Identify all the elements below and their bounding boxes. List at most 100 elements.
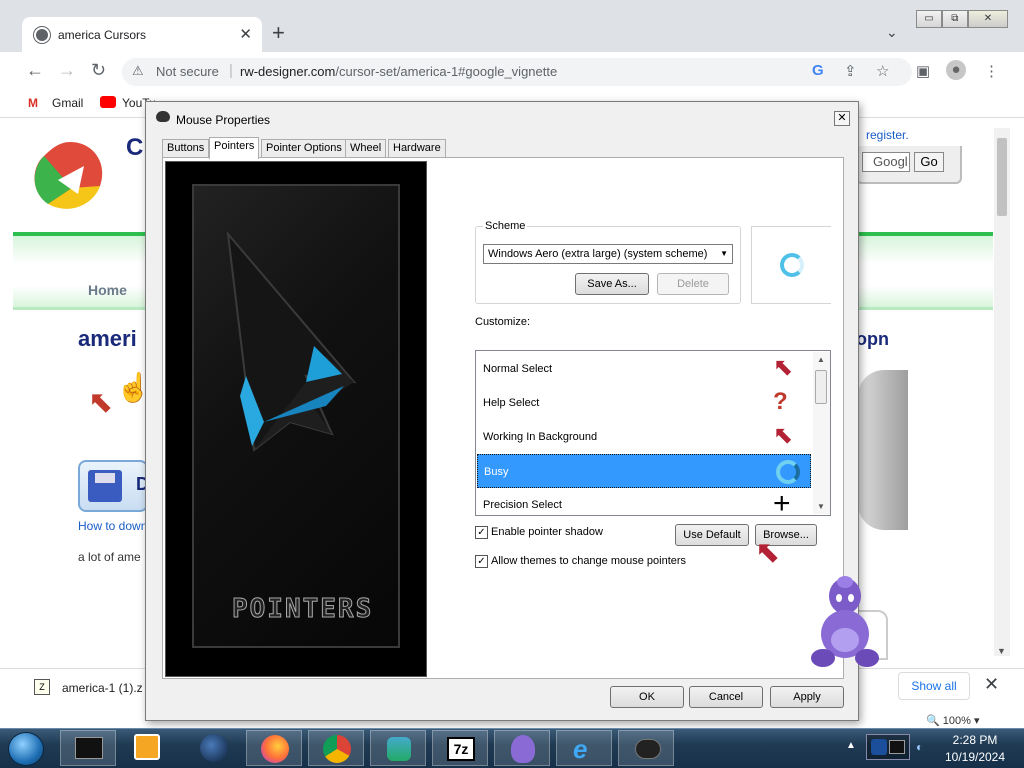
tab-pointers[interactable]: Pointers — [209, 137, 260, 159]
mouse-properties-dialog: Mouse Properties ✕ Buttons Pointers Poin… — [145, 101, 879, 721]
site-logo[interactable] — [28, 136, 112, 218]
chrome-icon — [323, 735, 351, 763]
address-bar[interactable]: ⚠ Not secure | rw-designer.com/cursor-se… — [122, 58, 912, 86]
register-link[interactable]: register. — [866, 128, 909, 142]
close-window-button[interactable]: ✕ — [967, 10, 1008, 28]
warning-icon[interactable]: ⚠ — [132, 63, 144, 79]
cursor-label: Busy — [484, 466, 509, 478]
clock-time[interactable]: 2:28 PM — [944, 733, 1006, 747]
pointer-arrow-art — [226, 230, 357, 452]
customize-label: Customize: — [475, 316, 531, 328]
taskbar-app-7zip[interactable]: 7z — [432, 730, 488, 766]
checkbox-checked[interactable]: ✓ — [475, 555, 488, 568]
site-title: C — [126, 134, 144, 161]
tray-expand-icon[interactable]: ▲ — [846, 740, 856, 751]
download-button[interactable]: D — [78, 460, 149, 512]
cursor-list[interactable]: Normal Select ⬉ Help Select ? Working In… — [475, 350, 831, 516]
theme-preview-image: POINTERS — [165, 161, 427, 677]
taskbar-app-firefox[interactable] — [246, 730, 302, 766]
search-go-button[interactable]: Go — [914, 152, 944, 172]
tab-buttons[interactable]: Buttons — [162, 139, 210, 158]
globe-icon[interactable] — [200, 734, 228, 762]
scroll-down-icon[interactable]: ▼ — [997, 646, 1006, 656]
working-background-cursor-icon: ⬉ — [773, 422, 794, 449]
use-default-button[interactable]: Use Default — [675, 524, 749, 546]
7zip-icon: 7z — [447, 737, 475, 761]
tab-hardware[interactable]: Hardware — [388, 139, 446, 158]
scheme-value: Windows Aero (extra large) (system schem… — [488, 248, 708, 260]
tray-preview[interactable] — [866, 734, 910, 760]
clock-date[interactable]: 10/19/2024 — [936, 750, 1014, 764]
media-icon[interactable] — [134, 734, 160, 760]
list-item[interactable]: Precision Select + — [477, 488, 811, 516]
monitor-icon — [889, 740, 905, 754]
scheme-dropdown[interactable]: Windows Aero (extra large) (system schem… — [483, 244, 733, 264]
list-item[interactable]: Help Select ? — [477, 386, 811, 420]
ok-button[interactable]: OK — [610, 686, 684, 708]
cursor-label: Precision Select — [483, 499, 562, 511]
taskbar-app-ie[interactable]: e — [556, 730, 612, 766]
dropdown-arrow-icon[interactable]: ▼ — [720, 245, 728, 263]
tab-pointer-options[interactable]: Pointer Options — [261, 139, 347, 158]
browser-tab[interactable]: america Cursors ✕ — [22, 17, 262, 53]
forward-icon[interactable]: → — [58, 60, 76, 81]
tab-wheel[interactable]: Wheel — [345, 139, 387, 158]
nav-home-link[interactable]: Home — [88, 282, 127, 298]
list-item-selected[interactable]: Busy — [477, 454, 811, 488]
url-text[interactable]: rw-designer.com/cursor-set/america-1#goo… — [240, 64, 557, 79]
network-people-icon — [387, 737, 411, 761]
list-item[interactable]: Working In Background ⬉ — [477, 420, 811, 454]
restore-button[interactable]: ⧉ — [941, 10, 968, 28]
scroll-up-icon[interactable]: ▲ — [817, 355, 825, 364]
show-all-button[interactable]: Show all — [898, 672, 970, 700]
tab-search-chevron-icon[interactable]: ⌄ — [886, 24, 898, 41]
network-tray-icon[interactable]: ◐ — [916, 740, 923, 754]
taskbar-app-character[interactable] — [494, 730, 550, 766]
page-description: a lot of ame — [78, 550, 141, 564]
taskbar-app-network[interactable] — [370, 730, 426, 766]
zoom-value: 100% — [942, 715, 971, 727]
delete-button[interactable]: Delete — [657, 273, 729, 295]
profile-icon[interactable]: ● — [946, 60, 966, 80]
search-input[interactable]: Googl — [862, 152, 910, 172]
list-scrollbar-thumb[interactable] — [815, 370, 827, 404]
taskbar-app-mouse[interactable] — [618, 730, 674, 766]
google-translate-icon[interactable]: G — [812, 62, 824, 79]
list-scrollbar[interactable]: ▲ ▼ — [813, 352, 830, 514]
menu-kebab-icon[interactable]: ⋮ — [984, 62, 999, 80]
security-label: Not secure — [156, 64, 219, 79]
dialog-close-button[interactable]: ✕ — [834, 111, 850, 126]
scrollbar-thumb[interactable] — [997, 138, 1007, 216]
taskbar-app-chrome[interactable] — [308, 730, 364, 766]
checkbox-checked[interactable]: ✓ — [475, 526, 488, 539]
share-icon[interactable]: ⇪ — [844, 62, 857, 80]
preview-brand-text: POINTERS — [231, 594, 374, 625]
save-as-button[interactable]: Save As... — [575, 273, 649, 295]
close-downloads-icon[interactable]: ✕ — [984, 674, 999, 695]
list-item[interactable]: Normal Select ⬉ — [477, 352, 811, 386]
bookmark-gmail[interactable]: Gmail — [52, 96, 83, 110]
youtube-icon — [100, 96, 116, 108]
cmd-icon — [75, 737, 103, 759]
howto-link[interactable]: How to down — [78, 519, 147, 533]
back-icon[interactable]: ← — [26, 60, 44, 81]
enable-shadow-label: Enable pointer shadow — [491, 526, 603, 538]
apply-button[interactable]: Apply — [770, 686, 844, 708]
new-tab-icon[interactable]: + — [272, 22, 285, 44]
cursor-label: Help Select — [483, 397, 540, 409]
cancel-button[interactable]: Cancel — [689, 686, 763, 708]
scroll-down-icon[interactable]: ▼ — [817, 502, 825, 511]
window-controls: ▭ ⧉ ✕ — [916, 10, 1008, 28]
minimize-button[interactable]: ▭ — [916, 10, 942, 28]
download-filename[interactable]: america-1 (1).z — [62, 681, 143, 695]
divider: | — [229, 62, 233, 79]
taskbar-app-cmd[interactable] — [60, 730, 116, 766]
bookmark-star-icon[interactable]: ☆ — [876, 62, 889, 80]
start-orb-icon[interactable] — [8, 732, 44, 766]
page-scrollbar[interactable]: ▼ — [994, 128, 1010, 656]
reload-icon[interactable]: ↻ — [91, 60, 106, 81]
dialog-titlebar[interactable]: Mouse Properties ✕ — [146, 102, 858, 132]
site-search: Googl Go — [856, 146, 962, 184]
side-panel-icon[interactable]: ▣ — [916, 62, 930, 80]
close-tab-icon[interactable]: ✕ — [239, 25, 252, 43]
